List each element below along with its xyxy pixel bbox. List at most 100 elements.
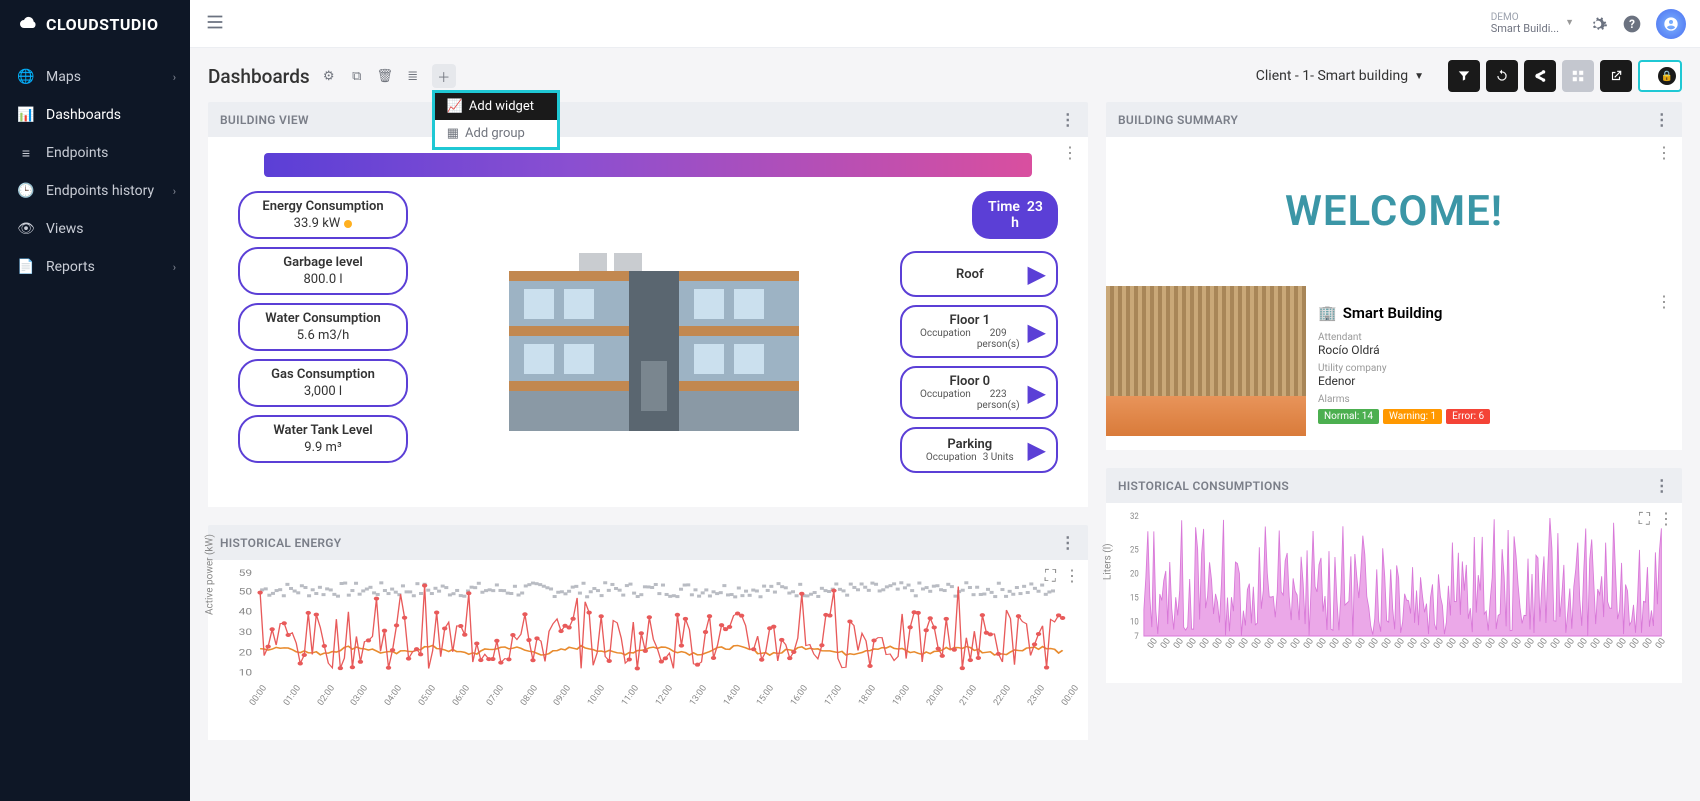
add-button[interactable]: ＋ 📈Add widget ▦Add group [432, 64, 456, 88]
y-axis-label: Active power (kW) [205, 534, 216, 615]
y-axis-label: Liters (l) [1103, 543, 1114, 580]
page-title: Dashboards [208, 65, 310, 88]
eye-icon: 👁 [18, 221, 34, 237]
sidebar: CLOUDSTUDIO 🌐Maps›📊Dashboards≡Endpoints🕒… [0, 0, 190, 801]
copy-icon[interactable]: ⧉ [348, 67, 366, 85]
arrow-right-icon: ▶ [1028, 438, 1046, 462]
lock-toggle[interactable]: 🔒 [1638, 60, 1682, 92]
building-view-panel: BUILDING VIEW ⋮ ⋮ Energy Consumption33.9 … [208, 102, 1088, 507]
metric-gas-consumption[interactable]: Gas Consumption3,000 l [238, 359, 408, 407]
metric-water-tank-level[interactable]: Water Tank Level9.9 m³ [238, 415, 408, 463]
clock-icon: 🕒 [18, 183, 34, 199]
layers-icon[interactable]: ≣ [404, 67, 422, 85]
chevron-right-icon: › [173, 185, 176, 198]
svg-text:40: 40 [239, 606, 253, 617]
lock-icon: 🔒 [1661, 71, 1673, 82]
panel-menu-icon[interactable]: ⋮ [1060, 110, 1076, 129]
floor-floor-0[interactable]: Floor 0Occupation223person(s)▶ [900, 366, 1058, 419]
share-button[interactable] [1524, 60, 1556, 92]
building-photo [1106, 286, 1306, 436]
user-avatar[interactable] [1656, 9, 1686, 39]
panel-title: BUILDING VIEW [220, 113, 309, 127]
arrow-right-icon: ▶ [1028, 381, 1046, 405]
chevron-down-icon: ▼ [1414, 71, 1424, 82]
svg-text:10: 10 [239, 667, 253, 678]
building-summary-panel: BUILDING SUMMARY⋮ ⋮ WELCOME! ⋮ 🏢Smart Bu… [1106, 102, 1682, 450]
svg-text:20: 20 [1130, 569, 1139, 580]
group-icon: ▦ [447, 126, 459, 141]
floor-floor-1[interactable]: Floor 1Occupation209person(s)▶ [900, 305, 1058, 358]
expand-icon[interactable]: ⛶ [1045, 566, 1056, 586]
building-illustration [428, 191, 880, 481]
settings-icon[interactable]: ⚙ [320, 67, 338, 85]
panel-menu-icon[interactable]: ⋮ [1060, 533, 1076, 552]
menu-toggle-icon[interactable] [204, 11, 226, 37]
widget-menu-icon[interactable]: ⋮ [1656, 292, 1672, 311]
widget-menu-icon[interactable]: ⋮ [1658, 509, 1674, 529]
chevron-right-icon: › [173, 261, 176, 274]
widget-menu-icon[interactable]: ⋮ [1064, 566, 1080, 586]
external-button[interactable] [1600, 60, 1632, 92]
list-icon: ≡ [18, 145, 34, 161]
add-widget-item[interactable]: 📈Add widget [435, 93, 557, 120]
svg-text:20: 20 [239, 647, 253, 658]
svg-text:50: 50 [239, 586, 253, 597]
badge-warning: Warning: 1 [1383, 409, 1442, 424]
svg-text:30: 30 [239, 627, 253, 638]
dashboard-icon: 📊 [18, 107, 34, 123]
chevron-down-icon: ▼ [1565, 19, 1574, 29]
panel-menu-icon[interactable]: ⋮ [1654, 110, 1670, 129]
tenant-selector[interactable]: DEMO Smart Buildi... ▼ [1491, 12, 1574, 35]
help-icon[interactable]: ? [1622, 14, 1642, 34]
filter-button[interactable] [1448, 60, 1480, 92]
floor-roof[interactable]: Roof▶ [900, 251, 1058, 297]
add-group-item[interactable]: ▦Add group [435, 120, 557, 147]
expand-icon[interactable]: ⛶ [1639, 509, 1650, 529]
refresh-button[interactable] [1486, 60, 1518, 92]
chart-icon: 📈 [447, 99, 463, 114]
globe-icon: 🌐 [18, 69, 34, 85]
cloud-icon [18, 14, 38, 34]
widget-menu-icon[interactable]: ⋮ [1062, 143, 1078, 162]
sidebar-item-maps[interactable]: 🌐Maps› [0, 58, 190, 96]
sidebar-item-views[interactable]: 👁Views [0, 210, 190, 248]
arrow-right-icon: ▶ [1028, 320, 1046, 344]
main-content: Dashboards ⚙ ⧉ 🗑 ≣ ＋ 📈Add widget ▦Add gr… [190, 48, 1700, 801]
grid-button[interactable] [1562, 60, 1594, 92]
sidebar-item-reports[interactable]: 📄Reports› [0, 248, 190, 286]
panel-title: BUILDING SUMMARY [1118, 113, 1238, 127]
historical-energy-panel: HISTORICAL ENERGY⋮ ⛶⋮ Active power (kW) … [208, 525, 1088, 740]
floor-parking[interactable]: ParkingOccupation3 Units▶ [900, 427, 1058, 473]
energy-chart: 102030405059 [220, 568, 1076, 698]
svg-text:?: ? [1629, 17, 1635, 31]
sidebar-item-endpoints[interactable]: ≡Endpoints [0, 134, 190, 172]
gear-icon[interactable] [1588, 14, 1608, 34]
svg-text:7: 7 [1134, 632, 1139, 641]
widget-menu-icon[interactable]: ⋮ [1656, 143, 1672, 162]
arrow-right-icon: ▶ [1028, 262, 1046, 286]
building-icon: 🏢 [1318, 304, 1337, 322]
warning-dot-icon [344, 220, 352, 228]
chevron-right-icon: › [173, 71, 176, 84]
historical-consumptions-panel: HISTORICAL CONSUMPTIONS⋮ ⛶⋮ Liters (l) 7… [1106, 468, 1682, 683]
metric-water-consumption[interactable]: Water Consumption5.6 m3/h [238, 303, 408, 351]
svg-text:25: 25 [1130, 545, 1139, 556]
brand-logo: CLOUDSTUDIO [0, 0, 190, 48]
sidebar-item-dashboards[interactable]: 📊Dashboards [0, 96, 190, 134]
time-pill: Time 23 h [972, 191, 1058, 239]
brand-text: CLOUDSTUDIO [46, 15, 159, 34]
utility-value: Edenor [1318, 374, 1682, 388]
add-dropdown: 📈Add widget ▦Add group [432, 90, 560, 150]
sidebar-item-endpoints-history[interactable]: 🕒Endpoints history› [0, 172, 190, 210]
client-selector[interactable]: Client - 1- Smart building ▼ [1256, 68, 1424, 84]
metric-energy-consumption[interactable]: Energy Consumption33.9 kW [238, 191, 408, 239]
svg-text:32: 32 [1130, 512, 1139, 523]
metric-garbage-level[interactable]: Garbage level800.0 l [238, 247, 408, 295]
dashboard-header: Dashboards ⚙ ⧉ 🗑 ≣ ＋ 📈Add widget ▦Add gr… [208, 60, 1682, 92]
building-name: Smart Building [1343, 304, 1443, 322]
trash-icon[interactable]: 🗑 [376, 67, 394, 85]
panel-menu-icon[interactable]: ⋮ [1654, 476, 1670, 495]
file-icon: 📄 [18, 259, 34, 275]
badge-error: Error: 6 [1446, 409, 1490, 424]
svg-text:15: 15 [1130, 593, 1139, 604]
